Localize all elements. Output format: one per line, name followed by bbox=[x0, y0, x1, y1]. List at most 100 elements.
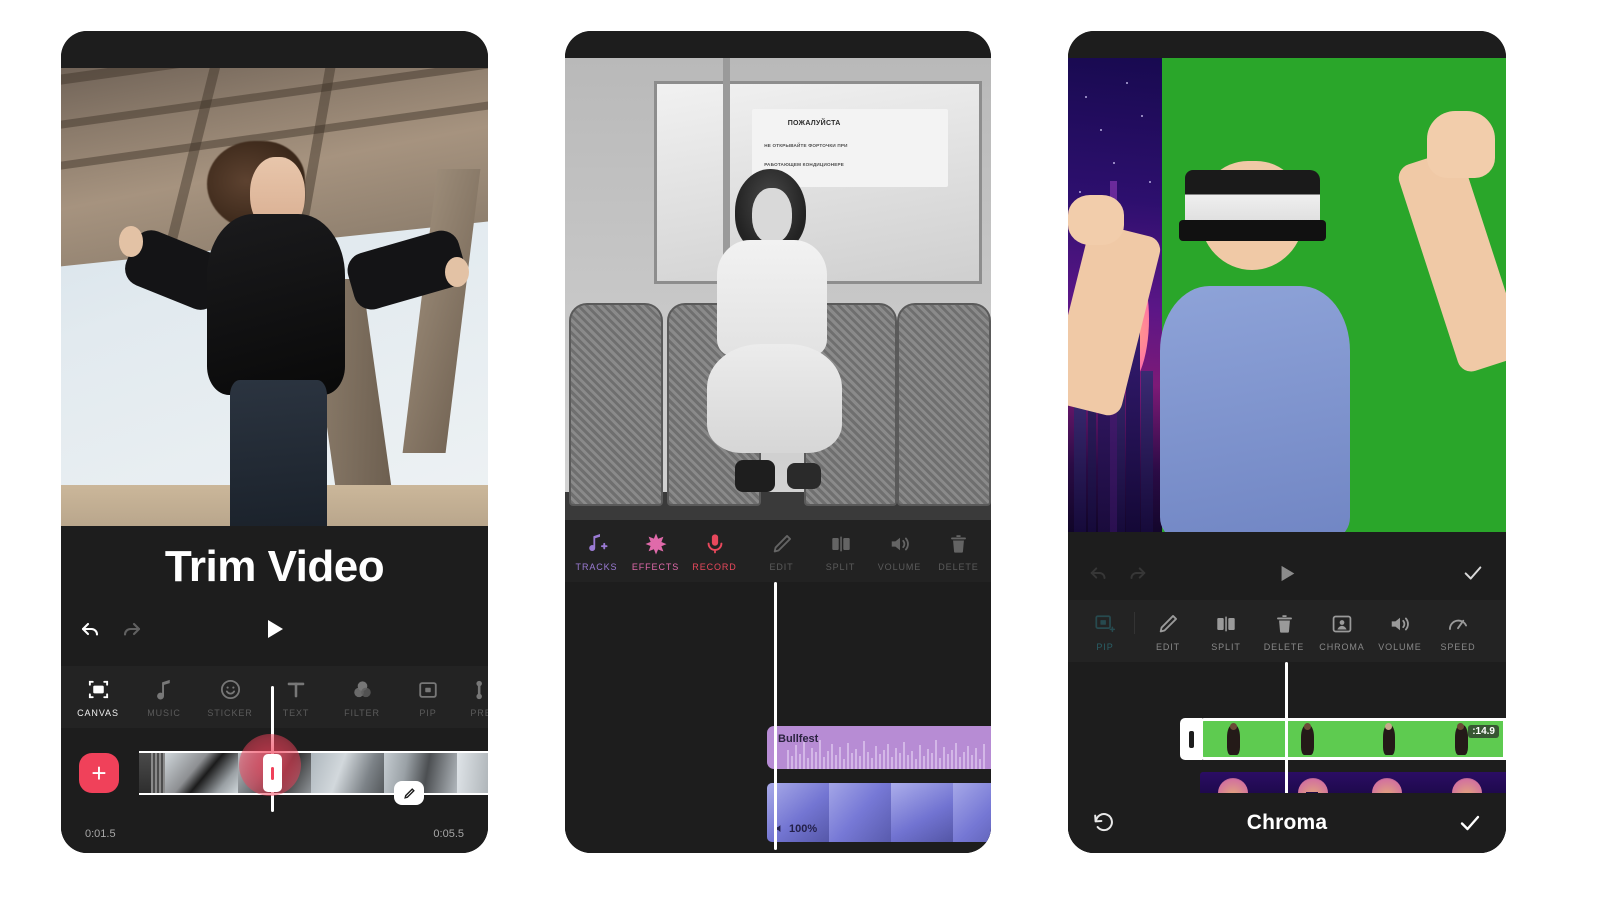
tool-label: STICKER bbox=[207, 707, 253, 718]
thumbnail bbox=[891, 783, 953, 842]
timeline-3[interactable]: :14.9 bbox=[1068, 662, 1506, 817]
editor-panel-3: PIP EDIT SPLIT DELETE CHROMA VOLUME SPEE… bbox=[1068, 532, 1506, 853]
tool-volume[interactable]: VOLUME bbox=[1371, 600, 1429, 662]
clip-thumbnails bbox=[139, 753, 488, 793]
vr-strap bbox=[1178, 219, 1326, 241]
playhead-2[interactable] bbox=[774, 582, 777, 850]
tool-tracks[interactable]: TRACKS bbox=[567, 520, 626, 582]
building bbox=[1073, 389, 1086, 532]
tool-edit[interactable]: EDIT bbox=[1139, 600, 1197, 662]
speed-icon bbox=[1447, 611, 1469, 637]
playback-controls-3 bbox=[1068, 556, 1506, 590]
selected-green-clip[interactable]: :14.9 bbox=[1200, 718, 1506, 760]
editor-panel-1: Trim Video CANVAS MUSIC STICKER TEXT FIL… bbox=[61, 526, 488, 853]
tool-music[interactable]: MUSIC bbox=[131, 666, 197, 728]
pencil-icon bbox=[1157, 611, 1179, 637]
sign-line-3: РАБОТАЮЩЕМ КОНДИЦИОНЕРЕ bbox=[764, 162, 845, 168]
page-title: Trim Video bbox=[164, 542, 385, 591]
split-icon bbox=[830, 531, 852, 557]
left-hand bbox=[1068, 194, 1124, 245]
playback-controls-1 bbox=[61, 612, 488, 646]
tool-delete[interactable]: DELETE bbox=[1255, 600, 1313, 662]
sign-line-2: НЕ ОТКРЫВАЙТЕ ФОРТОЧКИ ПРИ bbox=[764, 143, 848, 149]
confirm-check-icon[interactable] bbox=[1456, 556, 1490, 590]
canvas-icon bbox=[87, 677, 110, 703]
chroma-icon bbox=[1331, 611, 1353, 637]
edit-chip-button[interactable] bbox=[394, 781, 424, 805]
add-media-button[interactable]: + bbox=[79, 753, 119, 793]
tool-split[interactable]: SPLIT bbox=[1197, 600, 1255, 662]
music-note-icon bbox=[154, 677, 174, 703]
video-preview-3[interactable] bbox=[1068, 58, 1506, 532]
phone-2-tracks-timeline: ПОЖАЛУЙСТА НЕ ОТКРЫВАЙТЕ ФОРТОЧКИ ПРИ РА… bbox=[565, 31, 991, 853]
tool-overflow[interactable]: S bbox=[988, 520, 991, 582]
tool-record[interactable]: RECORD bbox=[685, 520, 744, 582]
thumbnail bbox=[139, 753, 151, 793]
tool-label: SPEED bbox=[1440, 641, 1476, 652]
trash-icon bbox=[1274, 611, 1295, 637]
thumbnail bbox=[1203, 721, 1279, 757]
total-time: 0:05.5 bbox=[433, 828, 464, 840]
shirt bbox=[716, 240, 828, 357]
timeline-2[interactable]: Bullfest 100% bbox=[565, 582, 991, 853]
tool-speed[interactable]: SPEED bbox=[1429, 600, 1487, 662]
confirm-check-icon[interactable] bbox=[1456, 809, 1484, 837]
timeline-1[interactable]: + bbox=[61, 686, 488, 812]
volume-icon bbox=[1388, 611, 1412, 637]
video-clip[interactable]: 100% bbox=[767, 783, 991, 842]
tool-pip[interactable]: PIP bbox=[1076, 600, 1134, 662]
legs bbox=[229, 379, 328, 526]
tool-volume[interactable]: VOLUME bbox=[870, 520, 929, 582]
add-media-label: + bbox=[91, 758, 107, 788]
tool-pip[interactable]: PIP bbox=[395, 666, 461, 728]
trousers bbox=[707, 343, 843, 454]
tool-edit[interactable]: EDIT bbox=[752, 520, 811, 582]
split-handle[interactable] bbox=[263, 754, 282, 792]
seated-subject bbox=[701, 168, 854, 493]
tool-label: MUSIC bbox=[147, 707, 181, 718]
shoe bbox=[735, 459, 775, 493]
shirt bbox=[1160, 286, 1351, 532]
chroma-bottom-bar: Chroma bbox=[1068, 793, 1506, 853]
tram-seat bbox=[569, 302, 663, 507]
volume-label: 100% bbox=[789, 823, 818, 835]
face bbox=[751, 188, 792, 244]
sign-line-1: ПОЖАЛУЙСТА bbox=[787, 119, 841, 127]
video-preview-2[interactable]: ПОЖАЛУЙСТА НЕ ОТКРЫВАЙТЕ ФОРТОЧКИ ПРИ РА… bbox=[565, 58, 991, 520]
tool-filter[interactable]: FILTER bbox=[329, 666, 395, 728]
feature-toolbar-3: PIP EDIT SPLIT DELETE CHROMA VOLUME SPEE… bbox=[1068, 600, 1506, 662]
tool-canvas[interactable]: CANVAS bbox=[65, 666, 131, 728]
tool-label: SPLIT bbox=[1211, 641, 1241, 652]
timeline-clip-strip[interactable] bbox=[139, 751, 488, 795]
tool-label: DELETE bbox=[938, 561, 979, 572]
tool-effects[interactable]: EFFECTS bbox=[626, 520, 685, 582]
tool-split[interactable]: SPLIT bbox=[811, 520, 870, 582]
left-hand bbox=[118, 225, 143, 257]
audio-clip[interactable]: Bullfest bbox=[767, 726, 991, 769]
toolbar-divider bbox=[1134, 612, 1135, 634]
play-icon[interactable] bbox=[1068, 556, 1506, 590]
dancer-subject bbox=[118, 141, 471, 526]
pip-add-icon bbox=[1094, 611, 1116, 637]
filter-icon bbox=[351, 677, 374, 703]
torso bbox=[207, 214, 346, 396]
video-preview-1[interactable] bbox=[61, 68, 488, 526]
tool-label: FILTER bbox=[344, 707, 380, 718]
tram-seat bbox=[897, 302, 991, 507]
tool-label: VOLUME bbox=[1378, 641, 1422, 652]
thumbnail bbox=[457, 753, 488, 793]
tool-label: CHROMA bbox=[1319, 641, 1365, 652]
play-icon[interactable] bbox=[61, 612, 488, 646]
tool-delete[interactable]: DELETE bbox=[929, 520, 988, 582]
tool-chroma[interactable]: CHROMA bbox=[1313, 600, 1371, 662]
tool-sticker[interactable]: STICKER bbox=[197, 666, 263, 728]
feature-toolbar-2: TRACKS EFFECTS RECORD EDIT SPLIT VOLUME … bbox=[565, 520, 991, 582]
tool-label: DELETE bbox=[1263, 641, 1305, 652]
left-trim-handle[interactable] bbox=[1180, 718, 1202, 760]
feature-toolbar-1: CANVAS MUSIC STICKER TEXT FILTER PIP PR bbox=[61, 666, 488, 728]
preset-icon bbox=[472, 677, 488, 703]
right-hand bbox=[1427, 111, 1495, 179]
reset-icon[interactable] bbox=[1090, 809, 1118, 837]
tool-preset[interactable]: PRE bbox=[461, 666, 488, 728]
timeline-times-1: 0:01.5 0:05.5 bbox=[61, 828, 488, 840]
